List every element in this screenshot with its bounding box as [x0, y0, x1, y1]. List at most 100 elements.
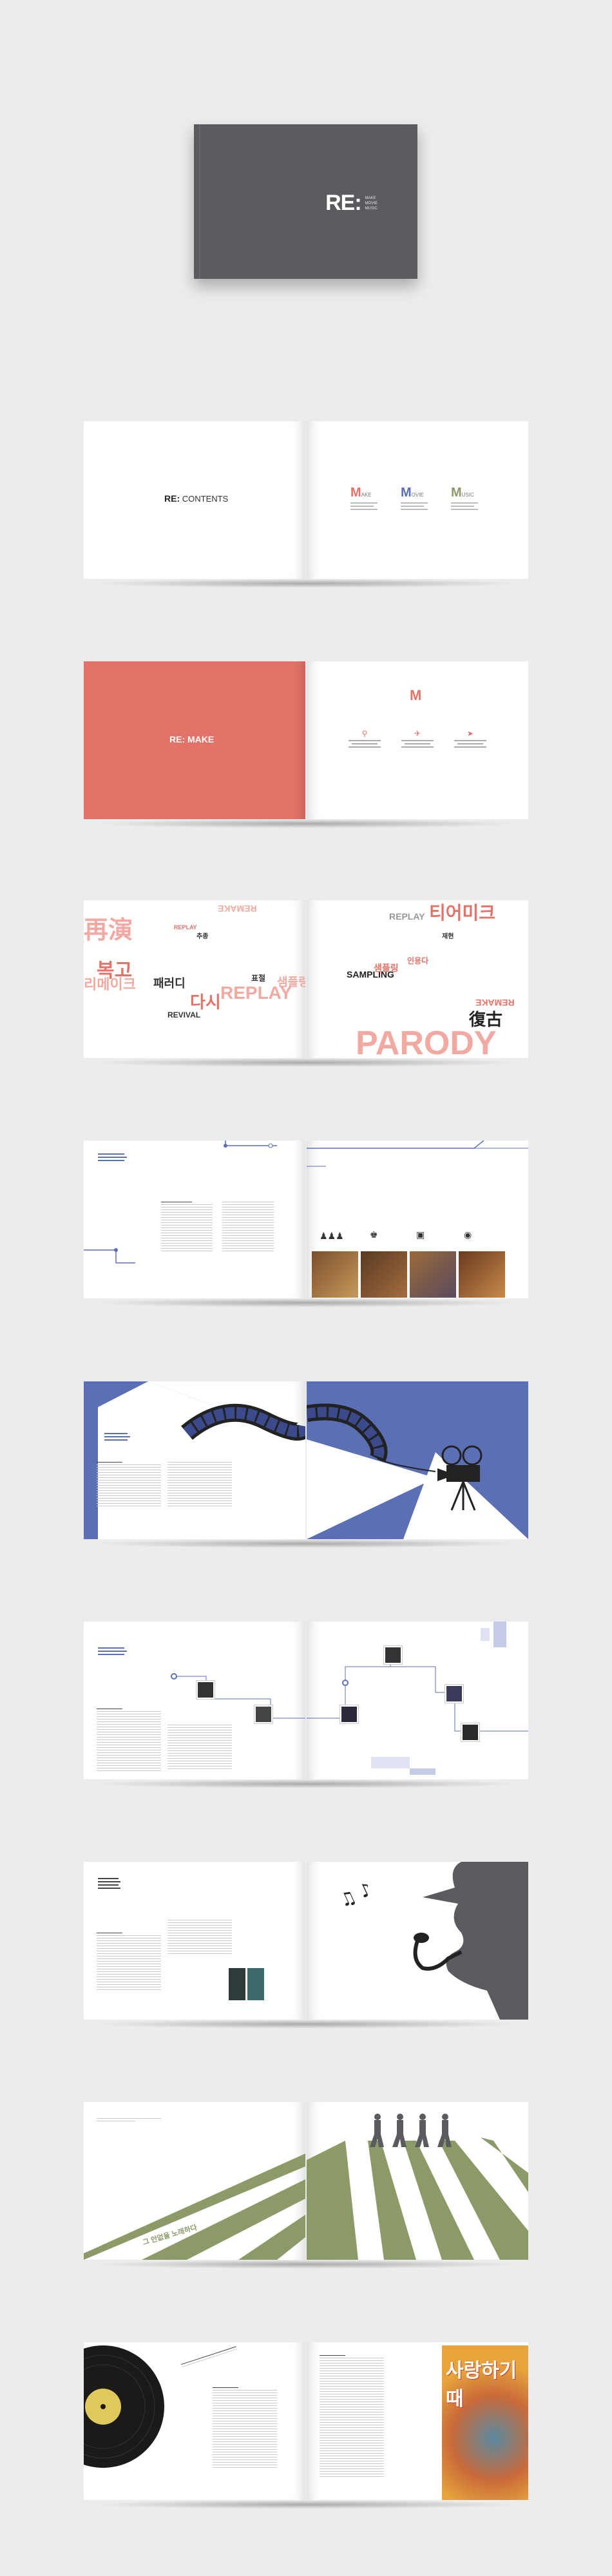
spread-make: RE: MAKE M ⚲ ✈ ➤ — [84, 661, 528, 828]
wc-left-word-4: 복고 — [97, 960, 133, 981]
film-icon: ▣ — [416, 1229, 425, 1240]
wc-left-word-5: 패러디 — [153, 977, 186, 990]
spread-movie-intro: ♟♟♟ ♚ ▣ ◉ — [84, 1141, 528, 1307]
cover-sub-music: MUSIC — [365, 206, 378, 211]
spread-wordcloud: 再演 REMAKE REPLAY 리메이크 복고 패러디 다시 REPLAY REVIVAL 표절… — [84, 900, 528, 1067]
page-filmstrip-right — [307, 1381, 528, 1539]
wc-right-word-1: REPLAY — [389, 911, 425, 922]
intro-text-col2 — [222, 1202, 274, 1253]
wc-right-word-4: 샘플링 — [374, 963, 399, 973]
spread-timeline — [84, 1622, 528, 1788]
pipe-text-col2 — [167, 1920, 232, 1956]
spread-filmstrip — [84, 1381, 528, 1548]
make-letter: M — [410, 687, 422, 703]
cover-sub-movie: MOVIE — [365, 201, 378, 205]
page-pipe-right: ♫ ♪ — [307, 1862, 528, 2020]
page-pipe-left — [84, 1862, 305, 2020]
pipe-silhouette — [413, 1862, 528, 2020]
page-movie-intro-right: ♟♟♟ ♚ ▣ ◉ — [307, 1141, 528, 1298]
timeline-text-col1 — [97, 1709, 161, 1773]
wc-right-word-6: REMAKE — [475, 998, 515, 1008]
wc-right-word-0: 티어미크 — [429, 903, 496, 923]
walking-figures — [370, 2114, 452, 2147]
wc-left-word-1: REMAKE — [218, 904, 257, 914]
poster-thumb-1 — [229, 1968, 245, 2000]
timeline-thumb-5 — [445, 1685, 463, 1703]
page-timeline-left — [84, 1622, 305, 1779]
page-wordcloud-left: 再演 REMAKE REPLAY 리메이크 복고 패러디 다시 REPLAY REVIVAL 표절… — [84, 900, 305, 1058]
page-stripes-right — [307, 2102, 528, 2260]
contents-title: RE: CONTENTS — [164, 493, 228, 504]
movie-photo-1 — [312, 1251, 358, 1298]
page-timeline-right — [307, 1622, 528, 1779]
movie-photo-3 — [410, 1251, 456, 1298]
projector-icon: ◉ — [464, 1229, 472, 1240]
wc-left-word-2: REPLAY — [174, 924, 197, 931]
timeline-heading — [98, 1647, 127, 1657]
page-movie-intro-left — [84, 1141, 305, 1298]
wc-right-word-8: PARODY — [356, 1025, 497, 1058]
cover-logo: RE: MAKE MOVIE MUSIC — [325, 191, 378, 216]
pipe-text-col1 — [97, 1933, 161, 1992]
page-vinyl-left — [84, 2342, 305, 2500]
vinyl-text — [213, 2387, 277, 2470]
stripes-left — [84, 2154, 305, 2260]
pipe-heading — [98, 1878, 120, 1891]
page-filmstrip-left — [84, 1381, 305, 1539]
book-cover: RE: MAKE MOVIE MUSIC — [194, 124, 417, 279]
contents-heading: CONTENTS — [182, 494, 229, 504]
spread-contents: RE: CONTENTS MAKE MOVIE MUSIC — [84, 421, 528, 588]
timeline-text-col2 — [167, 1725, 232, 1771]
cover-logo-sub: MAKE MOVIE MUSIC — [365, 196, 378, 211]
intro-text-col1 — [161, 1202, 213, 1253]
page-vinyl-right: 사랑하기때 — [307, 2342, 528, 2500]
cover-sub-make: MAKE — [365, 196, 376, 200]
deco-block-1 — [493, 1622, 506, 1647]
album-poster: 사랑하기때 — [442, 2345, 528, 2500]
deco-block-4 — [410, 1768, 435, 1775]
wc-left-word-8: REVIVAL — [167, 1010, 201, 1019]
poster-page-text — [320, 2355, 384, 2479]
camera-icon — [437, 1445, 483, 1511]
film-strip — [181, 1403, 305, 1441]
spread-stripes: 그 안없을 노래하다 — [84, 2102, 528, 2269]
arrow-icon: ➤ — [466, 729, 474, 738]
timeline-thumb-2 — [254, 1705, 273, 1723]
page-contents-right: MAKE MOVIE MUSIC — [307, 421, 528, 579]
contents-section-music: MUSIC — [451, 486, 478, 510]
page-stripes-left: 그 안없을 노래하다 — [84, 2102, 305, 2260]
timeline-thumb-3 — [340, 1705, 358, 1723]
page-wordcloud-right: 티어미크 REPLAY 재현 SAMPLING 샘플링 인용다 REMAKE 復古 PARODY — [307, 900, 528, 1058]
make-item-2: ✈ — [398, 729, 437, 748]
poster-thumb-2 — [247, 1968, 264, 2000]
deco-block-3 — [371, 1757, 410, 1768]
trophy-icon: ♚ — [370, 1229, 378, 1240]
wc-left-word-11: 샘플링 — [277, 976, 305, 989]
make-label: RE: MAKE — [169, 734, 215, 744]
page-contents-left: RE: CONTENTS — [84, 421, 305, 579]
wc-left-word-9: 표절 — [251, 974, 266, 983]
contents-section-movie: MOVIE — [401, 486, 428, 510]
plane-icon: ✈ — [414, 729, 421, 738]
people-icon: ♟♟♟ — [320, 1231, 344, 1241]
page-make-left: RE: MAKE — [84, 661, 305, 819]
contents-section-make: MAKE — [350, 486, 378, 510]
intro-heading — [98, 1153, 127, 1163]
wc-left-word-0: 再演 — [84, 917, 133, 944]
timeline-thumb-6 — [461, 1723, 479, 1741]
poster-title: 사랑하기때 — [446, 2360, 517, 2410]
movie-photo-4 — [459, 1251, 505, 1298]
spread-pipe: ♫ ♪ — [84, 1862, 528, 2029]
magnifier-icon: ⚲ — [361, 729, 368, 738]
cover-spine — [199, 124, 200, 279]
page-make-right: M ⚲ ✈ ➤ — [307, 661, 528, 819]
wc-left-word-6: 다시 — [190, 992, 221, 1012]
wc-left-word-10: 추종 — [196, 933, 209, 940]
movie-photo-2 — [361, 1251, 407, 1298]
make-item-3: ➤ — [451, 729, 490, 748]
wc-right-word-5: 인용다 — [407, 956, 429, 965]
wc-right-word-2: 재현 — [442, 933, 454, 940]
spread-vinyl: 사랑하기때 — [84, 2342, 528, 2509]
timeline-thumb-1 — [196, 1681, 215, 1699]
make-item-1: ⚲ — [345, 729, 384, 748]
